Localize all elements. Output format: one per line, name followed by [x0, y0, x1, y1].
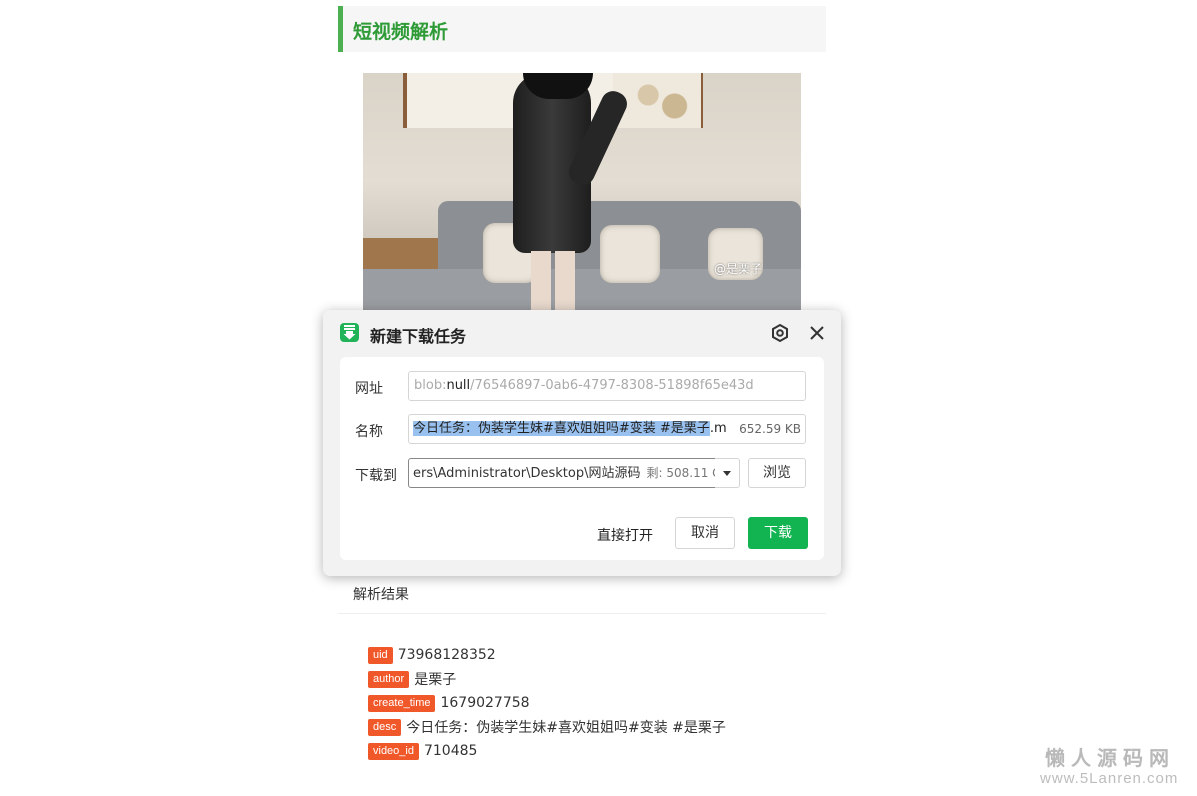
- save-path-field[interactable]: ers\Administrator\Desktop\网站源码 剩: 508.11 …: [408, 458, 716, 488]
- browse-button[interactable]: 浏览: [748, 458, 806, 488]
- field-tag: video_id: [368, 742, 419, 760]
- cancel-button[interactable]: 取消: [675, 517, 735, 549]
- url-null: null: [446, 378, 471, 393]
- filename-rest-text: .m: [709, 421, 727, 436]
- close-icon[interactable]: [807, 323, 827, 343]
- video-player[interactable]: @是栗子: [363, 73, 801, 313]
- download-button[interactable]: 下载: [748, 517, 808, 549]
- field-tag: uid: [368, 646, 393, 664]
- list-item: desc 今日任务：伪装学生妹#喜欢姐姐吗#变装 #是栗子: [368, 715, 726, 739]
- chevron-down-icon[interactable]: [715, 458, 740, 488]
- settings-icon[interactable]: [770, 323, 790, 343]
- open-directly-button[interactable]: 直接打开: [597, 525, 653, 545]
- free-space: 剩: 508.11 GB: [646, 466, 716, 480]
- filename-selected-text: 今日任务：伪装学生妹#喜欢姐姐吗#变装 #是栗子: [413, 421, 710, 436]
- save-path-label: 下载到: [355, 468, 397, 484]
- url-label: 网址: [355, 381, 383, 397]
- divider: [338, 613, 826, 614]
- url-rest: /76546897-0ab6-4797-8308-51898f65e43d: [470, 378, 754, 393]
- video-frame-legs: [531, 251, 575, 313]
- url-field[interactable]: blob:null/76546897-0ab6-4797-8308-51898f…: [408, 371, 806, 401]
- video-watermark: @是栗子: [714, 262, 763, 276]
- new-download-dialog: 新建下载任务 网址 blob:null/76546897-0ab6-4797-8…: [323, 310, 841, 576]
- list-item: create_time 1679027758: [368, 691, 726, 715]
- site-logo: 懒人源码网: [1045, 746, 1175, 770]
- section-title: 短视频解析: [353, 21, 449, 43]
- field-value: 73968128352: [397, 647, 496, 663]
- field-tag: desc: [368, 718, 402, 736]
- filename-field[interactable]: 今日任务：伪装学生妹#喜欢姐姐吗#变装 #是栗子.m 652.59 KB: [408, 414, 806, 444]
- result-title: 解析结果: [353, 587, 409, 603]
- video-frame-pillow: [600, 225, 660, 283]
- field-value: 是栗子: [414, 672, 457, 688]
- list-item: video_id 710485: [368, 739, 726, 763]
- name-label: 名称: [355, 424, 383, 440]
- dialog-form-panel: 网址 blob:null/76546897-0ab6-4797-8308-518…: [340, 357, 824, 560]
- list-item: author 是栗子: [368, 667, 726, 691]
- save-path-value: ers\Administrator\Desktop\网站源码: [413, 466, 641, 481]
- result-list: uid 73968128352 author 是栗子 create_time 1…: [368, 643, 726, 763]
- field-value: 今日任务：伪装学生妹#喜欢姐姐吗#变装 #是栗子: [406, 720, 726, 736]
- field-tag: create_time: [368, 694, 436, 712]
- section-header: 短视频解析: [338, 6, 826, 52]
- download-arrow-icon: [340, 323, 359, 342]
- list-item: uid 73968128352: [368, 643, 726, 667]
- file-size: 652.59 KB: [733, 415, 801, 443]
- field-tag: author: [368, 670, 410, 688]
- site-url: www.5Lanren.com: [1040, 770, 1179, 787]
- dialog-title: 新建下载任务: [370, 327, 467, 346]
- field-value: 1679027758: [440, 695, 530, 711]
- field-value: 710485: [423, 743, 478, 759]
- url-prefix: blob:: [414, 378, 447, 393]
